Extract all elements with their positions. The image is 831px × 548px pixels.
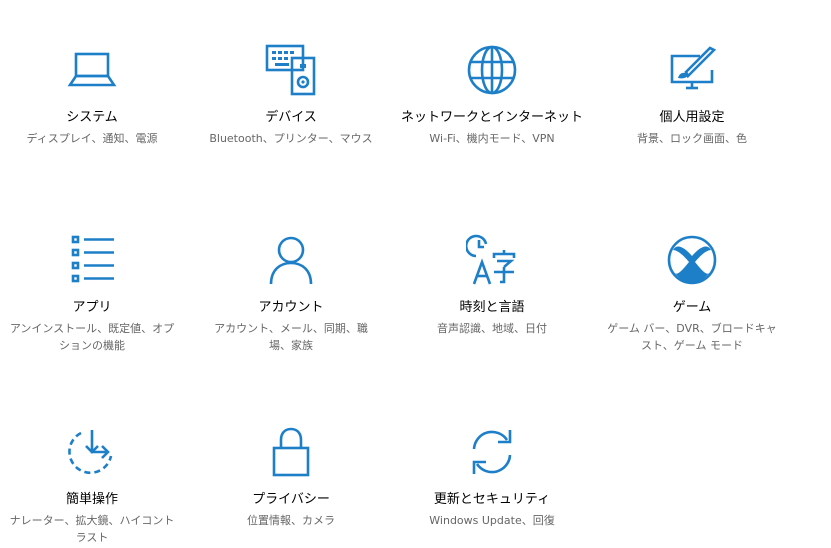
tile-update-security[interactable]: 更新とセキュリティ Windows Update、回復 [402, 426, 582, 529]
tile-description: ナレーター、拡大鏡、ハイコントラスト [9, 514, 175, 544]
tile-title: 簡単操作 [65, 492, 118, 507]
tile-title: 更新とセキュリティ [433, 492, 551, 507]
tile-title: ゲーム [672, 300, 712, 315]
tile-description: アカウント、メール、同期、職場、家族 [214, 322, 368, 352]
personalization-icon [666, 44, 718, 96]
tile-apps[interactable]: アプリ アンインストール、既定値、オプションの機能 [2, 234, 182, 354]
tile-personalization[interactable]: 個人用設定 背景、ロック画面、色 [602, 44, 782, 147]
ease-of-access-icon [66, 426, 118, 478]
lock-icon [265, 426, 317, 478]
tile-description: Windows Update、回復 [429, 514, 555, 527]
tile-title: ネットワークとインターネット [401, 110, 584, 125]
tile-description: ディスプレイ、通知、電源 [26, 132, 158, 145]
globe-icon [466, 44, 518, 96]
tile-ease-of-access[interactable]: 簡単操作 ナレーター、拡大鏡、ハイコントラスト [2, 426, 182, 546]
tile-description: 位置情報、カメラ [247, 514, 335, 527]
laptop-icon [66, 44, 118, 96]
tile-description: 背景、ロック画面、色 [637, 132, 747, 145]
tile-accounts[interactable]: アカウント アカウント、メール、同期、職場、家族 [201, 234, 381, 354]
tile-devices[interactable]: デバイス Bluetooth、プリンター、マウス [201, 44, 381, 147]
tile-description: 音声認識、地域、日付 [437, 322, 547, 335]
tile-title: 個人用設定 [659, 110, 725, 125]
devices-icon [265, 44, 317, 96]
tile-title: プライバシー [252, 492, 330, 507]
tile-description: Wi-Fi、機内モード、VPN [429, 132, 555, 145]
person-icon [265, 234, 317, 286]
apps-list-icon [66, 234, 118, 286]
tile-time-language[interactable]: 時刻と言語 音声認識、地域、日付 [402, 234, 582, 337]
tile-title: 時刻と言語 [459, 300, 525, 315]
tile-network[interactable]: ネットワークとインターネット Wi-Fi、機内モード、VPN [401, 44, 584, 147]
tile-title: アカウント [258, 300, 324, 315]
tile-title: システム [66, 110, 118, 125]
tile-title: アプリ [72, 300, 112, 315]
sync-icon [466, 426, 518, 478]
tile-gaming[interactable]: ゲーム ゲーム バー、DVR、ブロードキャスト、ゲーム モード [602, 234, 782, 354]
tile-description: ゲーム バー、DVR、ブロードキャスト、ゲーム モード [607, 322, 777, 352]
tile-description: アンインストール、既定値、オプションの機能 [9, 322, 175, 352]
tile-system[interactable]: システム ディスプレイ、通知、電源 [2, 44, 182, 147]
tile-title: デバイス [265, 110, 317, 125]
time-language-icon [466, 234, 518, 286]
tile-privacy[interactable]: プライバシー 位置情報、カメラ [201, 426, 381, 529]
xbox-icon [666, 234, 718, 286]
tile-description: Bluetooth、プリンター、マウス [209, 132, 373, 145]
